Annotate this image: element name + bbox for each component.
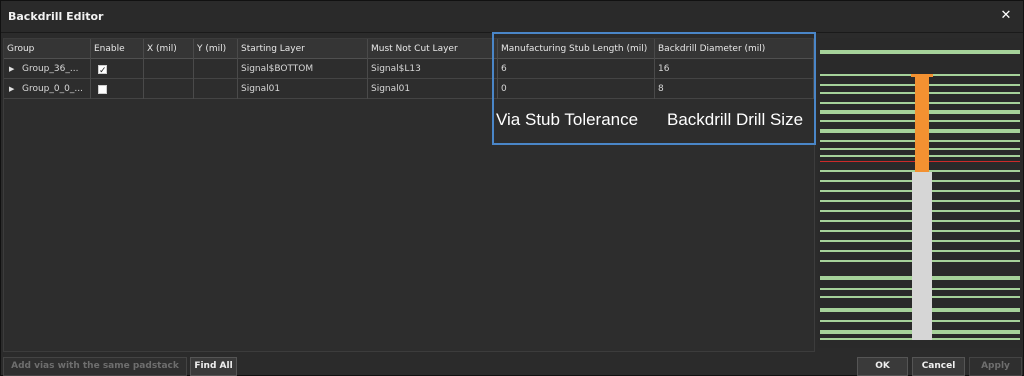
x-cell[interactable] <box>144 79 194 99</box>
apply-button[interactable]: Apply <box>969 357 1022 376</box>
column-header-y[interactable]: Y (mil) <box>194 39 238 59</box>
starting-layer-cell[interactable]: Signal01 <box>238 79 368 99</box>
enable-cell <box>91 79 144 99</box>
enable-checkbox[interactable] <box>98 61 107 79</box>
group-name: Group_36_... <box>22 64 79 74</box>
cancel-button[interactable]: Cancel <box>912 357 965 376</box>
add-vias-same-padstack-button[interactable]: Add vias with the same padstack <box>3 357 187 376</box>
backdrill-drill-size-callout: Backdrill Drill Size <box>667 110 804 129</box>
starting-layer-cell[interactable]: Signal$BOTTOM <box>238 59 368 79</box>
group-cell[interactable]: ▶ Group_36_... <box>4 59 91 79</box>
column-header-enable[interactable]: Enable <box>91 39 144 59</box>
x-cell[interactable] <box>144 59 194 79</box>
via-barrel <box>912 172 932 340</box>
backdrill-editor-window: Backdrill Editor ✕ Group Enable X (mil) … <box>0 0 1024 376</box>
column-header-x[interactable]: X (mil) <box>144 39 194 59</box>
close-icon[interactable]: ✕ <box>999 9 1013 23</box>
expand-arrow-icon[interactable]: ▶ <box>9 79 17 99</box>
stackup-preview <box>818 38 1022 348</box>
via-stub-tolerance-callout: Via Stub Tolerance <box>496 110 639 129</box>
enable-checkbox[interactable] <box>98 85 107 94</box>
must-not-cut-layer-cell[interactable]: Signal$L13 <box>368 59 498 79</box>
enable-cell <box>91 59 144 79</box>
column-header-must-not-cut-layer[interactable]: Must Not Cut Layer <box>368 39 498 59</box>
window-title: Backdrill Editor <box>8 10 104 23</box>
group-cell[interactable]: ▶ Group_0_0_... <box>4 79 91 99</box>
expand-arrow-icon[interactable]: ▶ <box>9 59 17 79</box>
y-cell[interactable] <box>194 59 238 79</box>
y-cell[interactable] <box>194 79 238 99</box>
column-header-starting-layer[interactable]: Starting Layer <box>238 39 368 59</box>
find-all-button[interactable]: Find All <box>190 357 237 376</box>
backdrill-section <box>915 76 929 173</box>
ok-button[interactable]: OK <box>857 357 908 376</box>
must-not-cut-layer-cell[interactable]: Signal01 <box>368 79 498 99</box>
layer-line <box>820 50 1020 54</box>
title-bar: Backdrill Editor ✕ <box>1 1 1023 33</box>
column-header-group[interactable]: Group <box>4 39 91 59</box>
group-name: Group_0_0_... <box>22 84 83 94</box>
